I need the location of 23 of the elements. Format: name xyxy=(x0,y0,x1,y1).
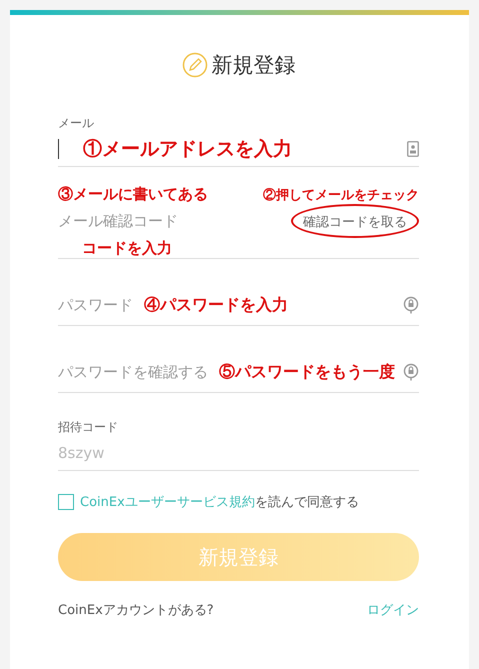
page-title: 新規登録 xyxy=(212,52,296,79)
invite-code-field[interactable]: 8szyw xyxy=(58,441,419,465)
annotation-text: ④パスワードを入力 xyxy=(144,294,288,316)
terms-link[interactable]: CoinExユーザーサービス規約 xyxy=(80,495,255,510)
annotation-text: コードを入力 xyxy=(82,239,172,257)
lock-icon[interactable] xyxy=(403,296,419,314)
password-field[interactable]: パスワード xyxy=(58,293,142,317)
annotation-text: ②押してメールをチェック xyxy=(263,186,419,204)
contact-card-icon xyxy=(407,141,419,157)
get-code-button[interactable]: 確認コードを取る xyxy=(303,213,407,231)
field-label: 招待コード xyxy=(58,419,119,436)
annotation-text: ①メールアドレスを入力 xyxy=(83,137,292,162)
agree-checkbox[interactable] xyxy=(58,494,74,510)
login-link[interactable]: ログイン xyxy=(367,601,419,619)
agreement-text: CoinExユーザーサービス規約を読んで同意する xyxy=(80,494,359,511)
lock-icon[interactable] xyxy=(403,363,419,381)
pencil-icon xyxy=(182,52,208,78)
annotation-text: ⑤パスワードをもう一度 xyxy=(219,362,395,382)
account-question: CoinExアカウントがある? xyxy=(58,602,214,619)
field-label: メール xyxy=(58,115,95,132)
annotation-text: ③メールに書いてある xyxy=(58,185,208,204)
verification-code-field[interactable]: メール確認コード xyxy=(58,209,187,233)
password-field[interactable]: パスワードを確認する xyxy=(58,360,217,384)
